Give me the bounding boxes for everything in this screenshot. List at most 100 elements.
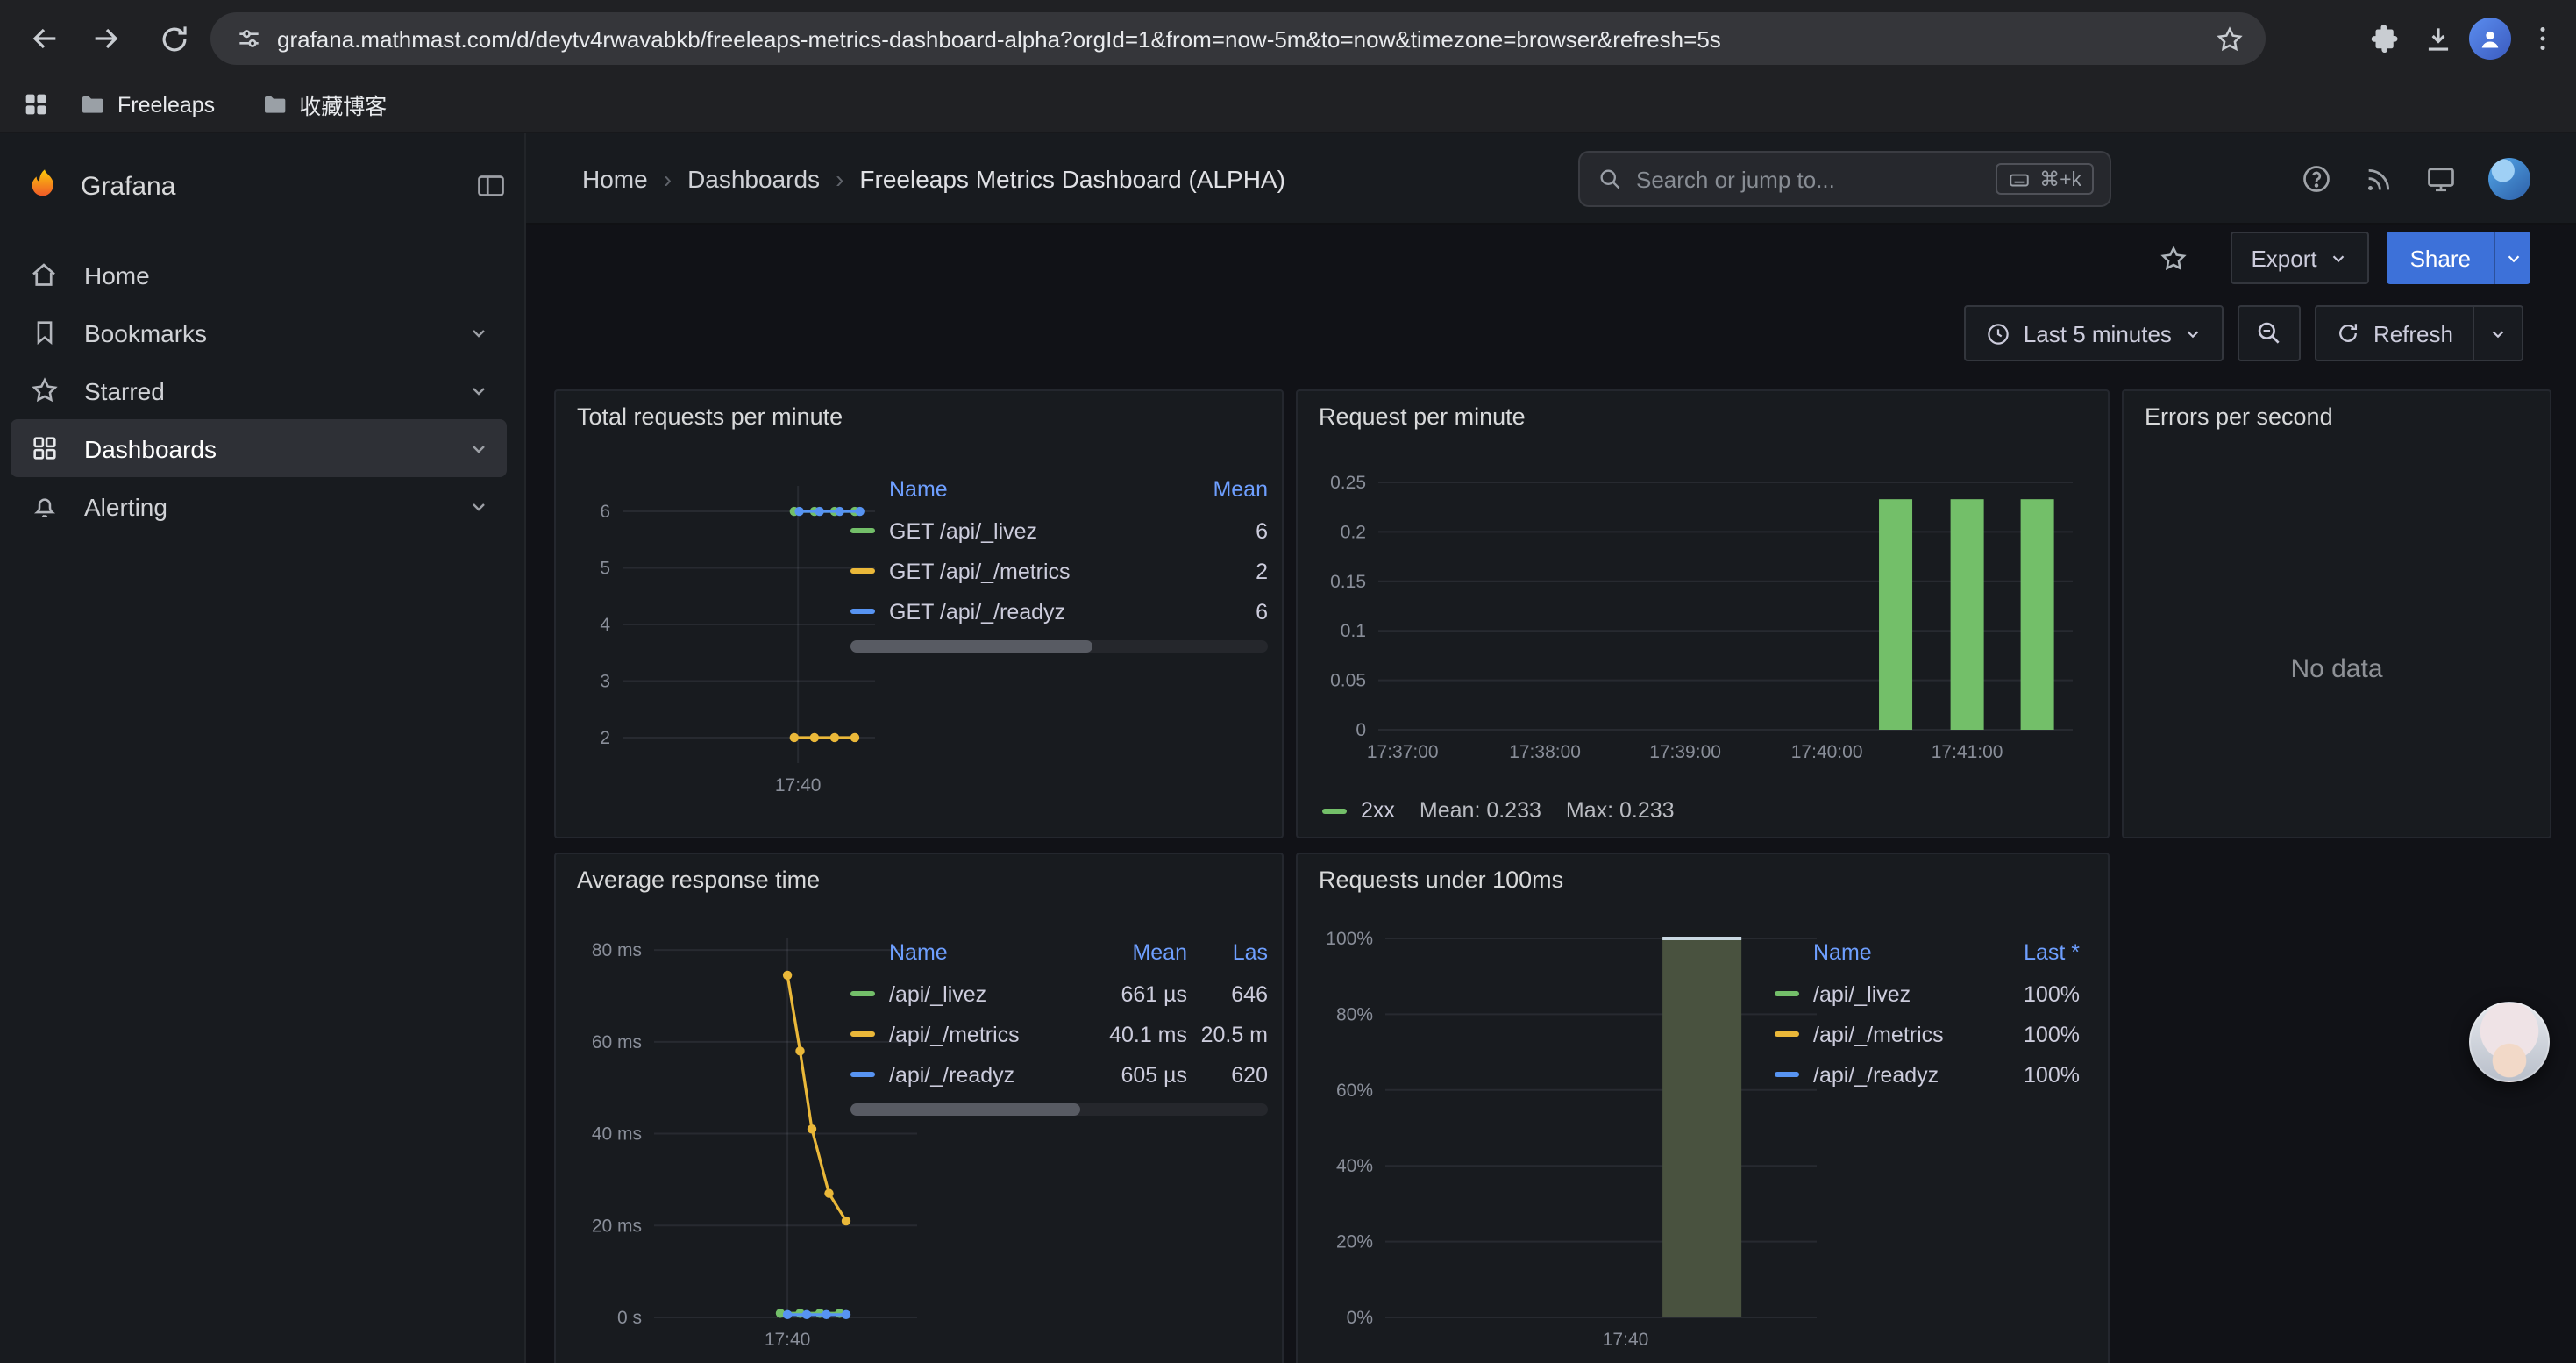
kiosk-mode-button[interactable] <box>2425 163 2457 195</box>
chevron-down-icon[interactable] <box>468 496 489 517</box>
refresh-icon <box>2337 321 2361 346</box>
legend-scrollbar[interactable] <box>850 1103 1268 1116</box>
legend-row: GET /api/_/readyz 6 <box>850 591 1268 632</box>
panel-title[interactable]: Average response time <box>577 867 820 893</box>
browser-toolbar: grafana.mathmast.com/d/deytv4rwavabkb/fr… <box>0 0 2576 77</box>
legend-header-name[interactable]: Name <box>889 477 1198 502</box>
downloads-button[interactable] <box>2411 12 2464 65</box>
zoom-out-button[interactable] <box>2238 305 2302 361</box>
grafana-sidebar: Grafana Home Bookmarks Starred <box>0 133 526 1363</box>
sidebar-item-dashboards[interactable]: Dashboards <box>11 419 507 477</box>
legend-scrollbar[interactable] <box>850 640 1268 653</box>
legend-header-name[interactable]: Name <box>1813 940 1989 965</box>
series-name[interactable]: GET /api/_livez <box>889 518 1198 543</box>
svg-text:100%: 100% <box>1326 929 1373 949</box>
bookmark-icon <box>28 317 60 348</box>
svg-text:5: 5 <box>600 559 610 579</box>
url-bar[interactable]: grafana.mathmast.com/d/deytv4rwavabkb/fr… <box>210 12 2266 65</box>
series-dash-icon <box>850 1031 875 1037</box>
svg-text:40 ms: 40 ms <box>592 1124 642 1145</box>
series-name[interactable]: 2xx <box>1361 798 1395 823</box>
profile-button[interactable] <box>2464 12 2516 65</box>
legend-header-last[interactable]: Las <box>1187 940 1268 965</box>
legend-table: Name Mean Las /api/_livez 661 µs 646 <box>850 931 1268 1116</box>
apps-grid-icon[interactable] <box>21 89 51 119</box>
export-button[interactable]: Export <box>2230 232 2369 284</box>
help-button[interactable] <box>2301 163 2332 195</box>
series-dash-icon <box>850 1072 875 1077</box>
bookmark-label: 收藏博客 <box>299 88 387 121</box>
chevron-down-icon[interactable] <box>468 322 489 343</box>
grafana-header: Home › Dashboards › Freeleaps Metrics Da… <box>526 133 2576 225</box>
svg-text:17:41:00: 17:41:00 <box>1932 742 2003 762</box>
series-name[interactable]: /api/_/readyz <box>889 1062 1085 1087</box>
back-button[interactable] <box>18 12 70 65</box>
refresh-button[interactable]: Refresh <box>2316 305 2474 361</box>
share-button[interactable]: Share <box>2387 232 2494 284</box>
scrollbar-thumb[interactable] <box>850 1103 1080 1116</box>
panel-title[interactable]: Total requests per minute <box>577 403 843 430</box>
bookmark-star-icon[interactable] <box>2215 24 2245 54</box>
bookmarks-bar: Freeleaps 收藏博客 <box>0 77 2576 133</box>
bookmark-folder-blogs[interactable]: 收藏博客 <box>260 88 387 121</box>
legend-header-name[interactable]: Name <box>889 940 1085 965</box>
series-name[interactable]: GET /api/_/metrics <box>889 559 1198 583</box>
reload-button[interactable] <box>147 12 200 65</box>
chevron-down-icon[interactable] <box>468 380 489 401</box>
series-name[interactable]: /api/_/metrics <box>1813 1022 1989 1046</box>
search-shortcut-label: ⌘+k <box>2039 167 2081 191</box>
series-last: 100% <box>1989 1062 2080 1087</box>
share-menu-button[interactable] <box>2494 232 2530 284</box>
news-button[interactable] <box>2364 164 2394 194</box>
search-placeholder: Search or jump to... <box>1636 166 1996 192</box>
url-text[interactable]: grafana.mathmast.com/d/deytv4rwavabkb/fr… <box>277 25 2215 52</box>
refresh-interval-button[interactable] <box>2474 305 2523 361</box>
series-name[interactable]: /api/_livez <box>1813 981 1989 1006</box>
favorite-star-button[interactable] <box>2158 243 2188 273</box>
sidebar-item-home[interactable]: Home <box>11 246 507 303</box>
series-dash-icon <box>1775 1072 1799 1077</box>
chevron-down-icon[interactable] <box>468 438 489 459</box>
sidebar-nav: Home Bookmarks Starred Dashboards <box>0 246 524 535</box>
series-name[interactable]: /api/_/metrics <box>889 1022 1085 1046</box>
dashboard-actions-bar: Export Share <box>526 225 2576 291</box>
legend-row: GET /api/_livez 6 <box>850 510 1268 551</box>
brand-row: Grafana <box>0 133 524 225</box>
forward-button[interactable] <box>81 12 133 65</box>
series-name[interactable]: /api/_livez <box>889 981 1085 1006</box>
site-info-icon[interactable] <box>235 25 263 53</box>
sidebar-item-alerting[interactable]: Alerting <box>11 477 507 535</box>
svg-text:0 s: 0 s <box>617 1308 642 1328</box>
breadcrumb-home[interactable]: Home <box>582 164 648 192</box>
panel-title[interactable]: Errors per second <box>2145 403 2333 430</box>
legend-header-mean[interactable]: Mean <box>1198 477 1268 502</box>
time-range-picker[interactable]: Last 5 minutes <box>1964 305 2224 361</box>
download-icon <box>2421 22 2454 55</box>
browser-menu-button[interactable] <box>2516 12 2569 65</box>
legend-header-last[interactable]: Last * <box>1989 940 2080 965</box>
panel-title[interactable]: Request per minute <box>1319 403 1526 430</box>
legend: 2xx Mean: 0.233 Max: 0.233 <box>1322 798 1675 823</box>
series-name[interactable]: GET /api/_/readyz <box>889 599 1198 624</box>
legend-header-mean[interactable]: Mean <box>1085 940 1187 965</box>
series-dash-icon <box>1775 1031 1799 1037</box>
svg-text:17:37:00: 17:37:00 <box>1367 742 1439 762</box>
user-avatar[interactable] <box>2488 158 2530 200</box>
sidebar-item-starred[interactable]: Starred <box>11 361 507 419</box>
extensions-button[interactable] <box>2359 12 2411 65</box>
sidebar-item-bookmarks[interactable]: Bookmarks <box>11 303 507 361</box>
dock-menu-button[interactable] <box>475 170 507 202</box>
panel-title[interactable]: Requests under 100ms <box>1319 867 1563 893</box>
legend-header-row: Name Mean <box>850 468 1268 510</box>
chevron-down-icon <box>2488 324 2508 343</box>
search-input[interactable]: Search or jump to... ⌘+k <box>1578 151 2111 207</box>
svg-text:17:38:00: 17:38:00 <box>1509 742 1581 762</box>
rss-icon <box>2364 164 2394 194</box>
scrollbar-thumb[interactable] <box>850 640 1092 653</box>
series-name[interactable]: /api/_/readyz <box>1813 1062 1989 1087</box>
time-controls: Last 5 minutes Refresh <box>1964 305 2523 361</box>
bookmark-folder-freeleaps[interactable]: Freeleaps <box>79 90 215 118</box>
assistant-avatar[interactable] <box>2469 1002 2550 1082</box>
panel-total-requests: Total requests per minute 6543217:40 Nam… <box>554 389 1284 838</box>
breadcrumb-dashboards[interactable]: Dashboards <box>687 164 820 192</box>
